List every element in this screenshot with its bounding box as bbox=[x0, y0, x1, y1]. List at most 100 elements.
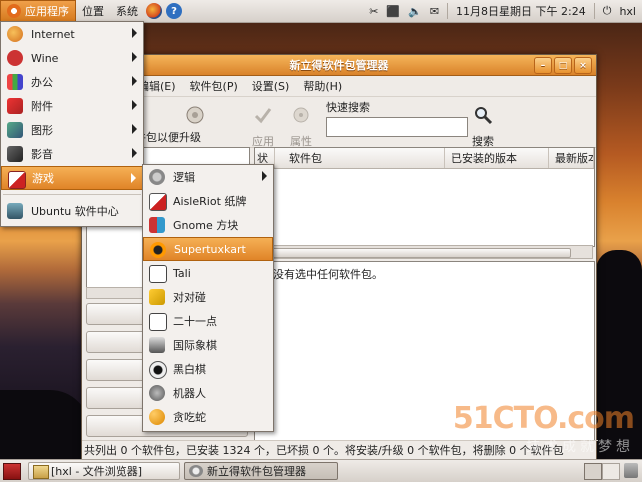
submenu-arrow-icon bbox=[132, 100, 137, 110]
system-tray: ✂ ⬛ 🔈 ✉ 11月8日星期日 下午 2:24 ⏻ hxl bbox=[369, 0, 642, 22]
menu-item-aisleriot[interactable]: AisleRiot 纸牌 bbox=[143, 189, 273, 213]
menu-item-label: 影音 bbox=[31, 148, 53, 161]
toolbar: 标记全部软件包以便升级 应用 属性 快速搜索 搜索 bbox=[80, 97, 596, 149]
minimize-button[interactable]: – bbox=[534, 57, 552, 74]
dice-icon bbox=[149, 265, 167, 283]
menu-item-blackjack[interactable]: 二十一点 bbox=[143, 309, 273, 333]
menu-item-label: 对对碰 bbox=[173, 291, 206, 304]
wine-glass-icon bbox=[7, 50, 23, 66]
package-table[interactable]: 状 软件包 已安装的版本 最新版本 bbox=[254, 147, 595, 247]
menu-item-accessories[interactable]: 附件 bbox=[1, 94, 143, 118]
menu-item-same-gnome[interactable]: 对对碰 bbox=[143, 285, 273, 309]
network-disconnected-icon[interactable]: ✂ bbox=[369, 5, 378, 18]
apply-button[interactable]: 应用 bbox=[248, 97, 278, 149]
col-latest-version[interactable]: 最新版本 bbox=[549, 148, 594, 168]
maximize-button[interactable]: □ bbox=[554, 57, 572, 74]
applications-menu-label: 应用程序 bbox=[25, 5, 69, 18]
menu-item-office[interactable]: 办公 bbox=[1, 70, 143, 94]
menu-item-label: Gnome 方块 bbox=[173, 219, 239, 232]
firefox-icon[interactable] bbox=[146, 3, 162, 19]
menu-separator bbox=[3, 194, 141, 195]
col-installed-version[interactable]: 已安装的版本 bbox=[445, 148, 549, 168]
submenu-arrow-icon bbox=[132, 76, 137, 86]
search-button[interactable]: 搜索 bbox=[466, 97, 500, 149]
menu-item-label: 国际象棋 bbox=[173, 339, 217, 352]
task-label: [hxl - 文件浏览器] bbox=[51, 465, 143, 478]
menu-item-label: Wine bbox=[31, 51, 59, 65]
update-notifier-icon[interactable]: ⬛ bbox=[386, 5, 400, 18]
details-text: 没有选中任何软件包。 bbox=[273, 268, 383, 281]
checkmark-icon bbox=[254, 108, 272, 124]
package-table-header: 状 软件包 已安装的版本 最新版本 bbox=[255, 148, 594, 169]
close-button[interactable]: × bbox=[574, 57, 592, 74]
power-icon[interactable]: ⏻ bbox=[603, 4, 612, 18]
ubuntu-logo-icon bbox=[7, 4, 21, 18]
menu-item-label: 二十一点 bbox=[173, 315, 217, 328]
tray-separator bbox=[447, 3, 449, 19]
menu-item-label: 办公 bbox=[31, 76, 53, 89]
task-synaptic[interactable]: 新立得软件包管理器 bbox=[184, 462, 338, 480]
menu-item-graphics[interactable]: 图形 bbox=[1, 118, 143, 142]
robot-icon bbox=[149, 385, 165, 401]
menu-item-tali[interactable]: Tali bbox=[143, 261, 273, 285]
trash-icon[interactable] bbox=[624, 463, 638, 478]
menu-item-internet[interactable]: Internet bbox=[1, 22, 143, 46]
help-icon[interactable]: ? bbox=[166, 3, 182, 19]
menu-item-label: Supertuxkart bbox=[174, 242, 246, 256]
system-menu[interactable]: 系统 bbox=[110, 0, 144, 22]
menu-item-chess[interactable]: 国际象棋 bbox=[143, 333, 273, 357]
workspace-switcher-2[interactable] bbox=[602, 463, 620, 480]
menu-settings[interactable]: 设置(S) bbox=[252, 78, 290, 94]
scrollbar-thumb[interactable] bbox=[269, 248, 571, 258]
properties-button[interactable]: 属性 bbox=[286, 97, 316, 149]
multimedia-icon bbox=[7, 146, 23, 162]
applications-dropdown: Internet Wine 办公 附件 图形 影音 游戏 Ubuntu 软件中心 bbox=[0, 21, 144, 227]
window-title: 新立得软件包管理器 bbox=[289, 59, 389, 72]
mark-all-upgrades-button[interactable]: 标记全部软件包以便升级 bbox=[80, 97, 250, 144]
user-name[interactable]: hxl bbox=[619, 5, 636, 18]
reversi-icon bbox=[149, 361, 167, 379]
volume-icon[interactable]: 🔈 bbox=[408, 5, 422, 18]
menu-item-wine[interactable]: Wine bbox=[1, 46, 143, 70]
chess-icon bbox=[149, 337, 165, 353]
mail-icon[interactable]: ✉ bbox=[430, 5, 439, 18]
task-file-browser[interactable]: [hxl - 文件浏览器] bbox=[28, 462, 180, 480]
quick-search-input[interactable] bbox=[326, 117, 468, 137]
menu-item-games[interactable]: 游戏 bbox=[1, 166, 143, 190]
menu-item-label: Tali bbox=[173, 266, 191, 280]
places-menu-label: 位置 bbox=[82, 5, 104, 18]
menu-item-reversi[interactable]: 黑白棋 bbox=[143, 357, 273, 381]
search-icon bbox=[475, 107, 493, 125]
software-center-icon bbox=[7, 203, 23, 219]
internet-globe-icon bbox=[7, 26, 23, 42]
col-package[interactable]: 软件包 bbox=[275, 148, 445, 168]
places-menu[interactable]: 位置 bbox=[76, 0, 110, 22]
menu-item-supertuxkart[interactable]: Supertuxkart bbox=[143, 237, 273, 261]
menu-item-nibbles[interactable]: 贪吃蛇 bbox=[143, 405, 273, 429]
menu-package[interactable]: 软件包(P) bbox=[190, 78, 238, 94]
menu-item-multimedia[interactable]: 影音 bbox=[1, 142, 143, 166]
show-desktop-button[interactable] bbox=[3, 463, 21, 480]
menu-item-gnome-blocks[interactable]: Gnome 方块 bbox=[143, 213, 273, 237]
submenu-arrow-icon bbox=[262, 171, 267, 181]
workspace-switcher[interactable] bbox=[584, 463, 602, 480]
menu-item-label: 游戏 bbox=[32, 172, 54, 185]
menu-item-robots[interactable]: 机器人 bbox=[143, 381, 273, 405]
watermark-slogan: 技术成就梦想 bbox=[526, 439, 634, 455]
menu-help[interactable]: 帮助(H) bbox=[303, 78, 342, 94]
menu-item-logic[interactable]: 逻辑 bbox=[143, 165, 273, 189]
task-label: 新立得软件包管理器 bbox=[207, 465, 306, 478]
applications-menu[interactable]: 应用程序 bbox=[0, 0, 76, 22]
system-menu-label: 系统 bbox=[116, 5, 138, 18]
quick-search: 快速搜索 bbox=[326, 99, 468, 137]
menu-item-label: 附件 bbox=[31, 100, 53, 113]
clock[interactable]: 11月8日星期日 下午 2:24 bbox=[456, 3, 586, 19]
games-submenu: 逻辑 AisleRiot 纸牌 Gnome 方块 Supertuxkart Ta… bbox=[142, 164, 274, 432]
package-table-hscrollbar[interactable] bbox=[254, 245, 593, 259]
office-chart-icon bbox=[7, 74, 23, 90]
bottom-panel: [hxl - 文件浏览器] 新立得软件包管理器 bbox=[0, 459, 642, 482]
folder-icon bbox=[33, 465, 49, 479]
window-titlebar[interactable]: 新立得软件包管理器 – □ × bbox=[82, 55, 596, 76]
menu-item-label: 黑白棋 bbox=[173, 363, 206, 376]
menu-item-software-center[interactable]: Ubuntu 软件中心 bbox=[1, 199, 143, 223]
